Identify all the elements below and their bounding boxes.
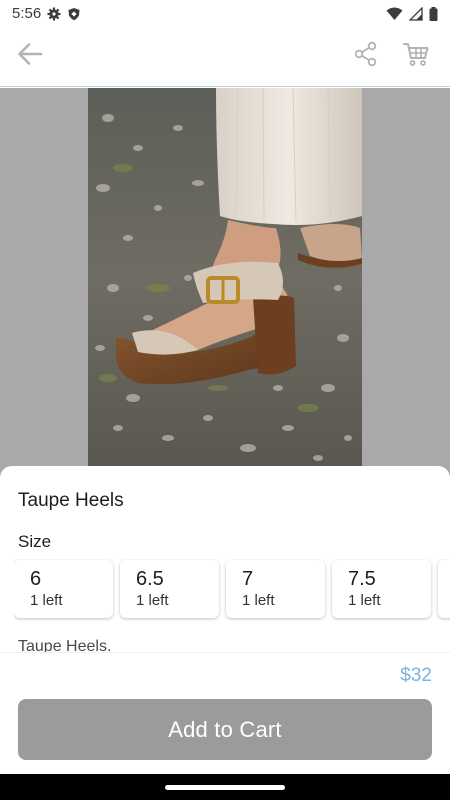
status-time: 5:56 (12, 5, 42, 22)
home-gesture-handle[interactable] (165, 785, 285, 790)
system-nav-bar (0, 774, 450, 800)
size-option[interactable]: 6 1 left (14, 560, 113, 618)
app-bar (0, 27, 450, 87)
shield-icon (67, 7, 81, 21)
product-info-sheet: Taupe Heels Size 6 1 left 6.5 1 left 7 1… (0, 466, 450, 800)
size-label: Size (18, 532, 52, 551)
divider (0, 652, 450, 653)
size-option[interactable]: 7.5 1 left (332, 560, 431, 618)
status-left: 5:56 (12, 5, 81, 22)
product-price: $32 (400, 665, 432, 686)
size-option[interactable]: 7 1 left (226, 560, 325, 618)
cart-button[interactable] (396, 36, 436, 76)
status-bar: 5:56 (0, 0, 450, 27)
signal-icon (409, 6, 423, 21)
size-stock: 1 left (242, 592, 275, 609)
wifi-icon (386, 7, 403, 21)
cart-icon (402, 40, 430, 73)
size-value: 7.5 (348, 568, 376, 590)
share-icon (353, 41, 379, 72)
size-selector[interactable]: 6 1 left 6.5 1 left 7 1 left 7.5 1 left (14, 559, 450, 621)
size-option[interactable]: 6.5 1 left (120, 560, 219, 618)
status-right (386, 6, 438, 21)
product-photo[interactable] (88, 88, 362, 466)
share-button[interactable] (346, 36, 386, 76)
size-stock: 1 left (136, 592, 169, 609)
back-arrow-icon (16, 40, 44, 73)
product-detail-screen: 5:56 Taupe Heels Size 6 1 left 6.5 1 lef… (0, 0, 450, 800)
gear-icon (47, 7, 61, 21)
back-button[interactable] (10, 36, 50, 76)
add-to-cart-button[interactable]: Add to Cart (18, 699, 432, 760)
size-value: 7 (242, 568, 254, 590)
product-image-area (0, 88, 450, 480)
size-value: 6.5 (136, 568, 164, 590)
size-value: 6 (30, 568, 42, 590)
size-option-partial[interactable] (438, 560, 450, 618)
product-description: Taupe Heels. (18, 638, 112, 653)
product-title: Taupe Heels (18, 490, 124, 511)
size-stock: 1 left (30, 592, 63, 609)
size-stock: 1 left (348, 592, 381, 609)
battery-icon (429, 6, 438, 21)
